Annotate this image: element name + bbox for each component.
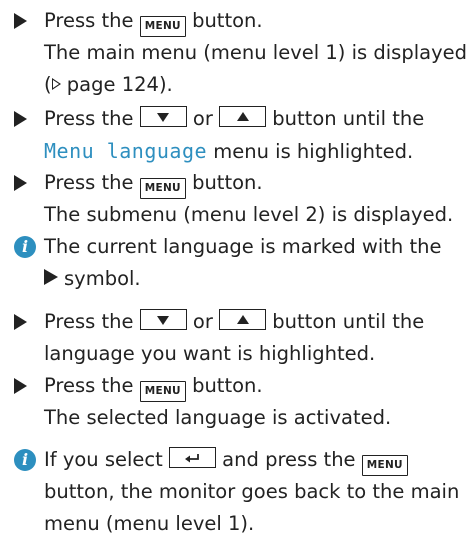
info-text: If you select — [44, 448, 169, 471]
step-result: The main menu (menu level 1) is displaye… — [44, 41, 467, 64]
menu-language-label: Menu language — [44, 139, 208, 163]
step-press-menu-1: Press the MENU button. The main menu (me… — [14, 5, 467, 101]
page-reference-icon — [51, 78, 61, 90]
step-bullet-icon — [14, 111, 27, 127]
step-bullet-icon — [14, 175, 27, 191]
step-bullet-icon — [14, 13, 27, 29]
step-text: Press the — [44, 107, 140, 130]
paren-open: ( — [44, 73, 52, 96]
step-text: menu is highlighted. — [207, 140, 414, 163]
step-text: button. — [185, 171, 263, 194]
info-text: and press the — [215, 448, 362, 471]
info-text: The current language is marked with the — [44, 235, 442, 258]
step-text: Press the — [44, 171, 140, 194]
info-icon: i — [14, 236, 36, 258]
info-text: button, the monitor goes back to the mai… — [44, 480, 460, 503]
step-press-menu-2: Press the MENU button. The submenu (menu… — [14, 167, 453, 231]
step-result: The submenu (menu level 2) is displayed. — [44, 203, 454, 226]
step-text: or — [186, 310, 220, 333]
info-icon: i — [14, 449, 36, 471]
step-text: language you want is highlighted. — [44, 342, 376, 365]
step-text: Press the — [44, 374, 140, 397]
info-note-current-language: i The current language is marked with th… — [14, 231, 441, 295]
selection-marker-icon — [44, 269, 58, 285]
step-text: Press the — [44, 310, 140, 333]
info-note-back: i If you select and press the MENU butto… — [14, 444, 459, 540]
step-press-menu-3: Press the MENU button. The selected lang… — [14, 370, 391, 434]
menu-key-icon: MENU — [139, 178, 186, 199]
step-text: button until the — [266, 310, 425, 333]
page-reference-link[interactable]: page 124 — [61, 73, 159, 96]
menu-key-icon: MENU — [139, 381, 186, 402]
paren-close: ). — [158, 73, 173, 96]
step-text: Press the — [44, 9, 140, 32]
step-bullet-icon — [14, 314, 27, 330]
down-arrow-key-icon — [139, 309, 187, 330]
step-bullet-icon — [14, 378, 27, 394]
step-text: button until the — [266, 107, 425, 130]
info-text: symbol. — [64, 267, 141, 290]
up-arrow-key-icon — [219, 309, 267, 330]
step-result: The selected language is activated. — [44, 406, 392, 429]
step-text: button. — [185, 374, 263, 397]
step-text: or — [186, 107, 220, 130]
info-text: menu (menu level 1). — [44, 512, 255, 535]
step-select-menu-language: Press the or button until the Menu langu… — [14, 103, 424, 168]
down-arrow-key-icon — [139, 106, 187, 127]
step-select-language: Press the or button until the language y… — [14, 306, 424, 370]
up-arrow-key-icon — [219, 106, 267, 127]
menu-key-icon: MENU — [139, 16, 186, 37]
menu-key-icon: MENU — [361, 455, 408, 476]
return-key-icon — [168, 447, 216, 468]
step-text: button. — [185, 9, 263, 32]
